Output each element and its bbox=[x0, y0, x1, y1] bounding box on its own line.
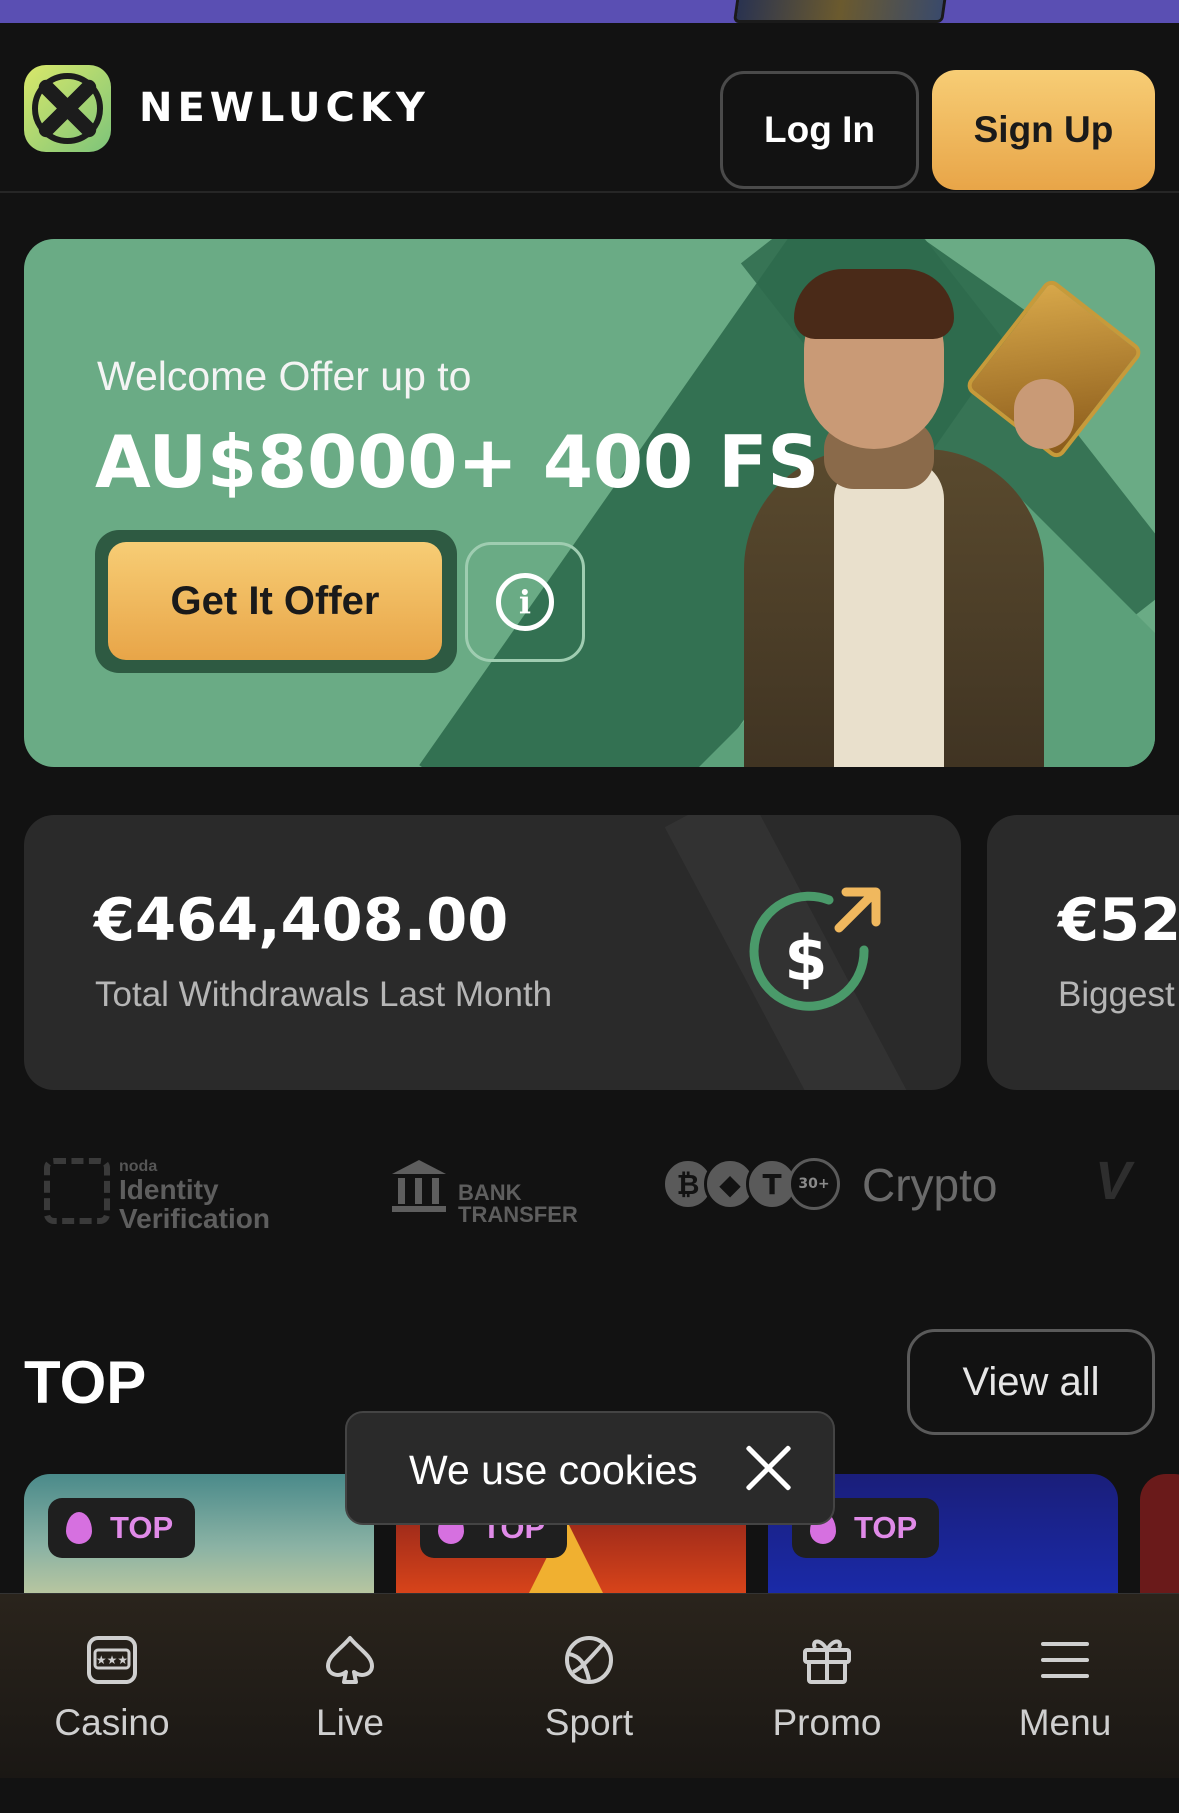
identity-line: Identity bbox=[119, 1174, 219, 1205]
hamburger-icon bbox=[1041, 1642, 1089, 1678]
more-coins-badge: 30+ bbox=[788, 1158, 840, 1210]
dollar-growth-icon: $ bbox=[749, 887, 881, 1011]
section-title-top: TOP bbox=[24, 1349, 147, 1416]
partial-payment-logo: V bbox=[1095, 1151, 1132, 1211]
payment-methods-strip: noda Identity Verification BANK TRANSFER… bbox=[0, 1120, 1179, 1240]
stat-card-biggest: €52 Biggest bbox=[987, 815, 1179, 1090]
stat-value: €464,408.00 bbox=[94, 885, 509, 954]
noda-identity-logo: noda Identity Verification bbox=[44, 1140, 314, 1233]
signup-button[interactable]: Sign Up bbox=[932, 70, 1155, 190]
view-all-button[interactable]: View all bbox=[907, 1329, 1155, 1435]
nav-item-casino[interactable]: ★★★ Casino bbox=[22, 1594, 202, 1779]
verification-line: Verification bbox=[119, 1203, 270, 1234]
crypto-label: Crypto bbox=[862, 1159, 998, 1211]
nav-label: Casino bbox=[54, 1702, 170, 1743]
identity-verification-label: Identity Verification bbox=[119, 1175, 270, 1233]
close-icon[interactable] bbox=[742, 1442, 794, 1494]
stat-label: Biggest bbox=[1058, 975, 1175, 1014]
top-badge-label: TOP bbox=[854, 1510, 918, 1545]
get-offer-button[interactable]: Get It Offer bbox=[108, 542, 442, 660]
cookie-notice: We use cookies bbox=[345, 1411, 835, 1525]
nav-item-sport[interactable]: Sport bbox=[499, 1594, 679, 1779]
cookie-text: We use cookies bbox=[409, 1447, 698, 1493]
promo-thumbnail[interactable] bbox=[732, 0, 948, 23]
login-button[interactable]: Log In bbox=[720, 71, 919, 189]
brand-name[interactable]: NEWLUCKY bbox=[139, 85, 430, 131]
bank-transfer-label: BANK TRANSFER bbox=[458, 1182, 578, 1226]
game-tile[interactable]: TOP bbox=[24, 1474, 374, 1594]
site-header: NEWLUCKY Log In Sign Up bbox=[0, 23, 1179, 193]
offer-amount: AU$8000+ 400 FS bbox=[95, 420, 820, 504]
bottom-navigation: ★★★ Casino Live Sport Promo Menu bbox=[0, 1593, 1179, 1778]
top-badge: TOP bbox=[48, 1498, 196, 1558]
top-badge-label: TOP bbox=[110, 1510, 174, 1545]
stat-value: €52 bbox=[1058, 885, 1179, 954]
gift-icon bbox=[803, 1639, 851, 1684]
crypto-logo: ₿ ◆ T 30+ Crypto bbox=[662, 1150, 1062, 1220]
system-bottom-bar bbox=[0, 1778, 1179, 1813]
bank-line: BANK bbox=[458, 1180, 522, 1205]
nav-label: Promo bbox=[772, 1702, 882, 1743]
nav-item-live[interactable]: Live bbox=[260, 1594, 440, 1779]
top-promo-strip[interactable] bbox=[0, 0, 1179, 23]
slot-machine-icon: ★★★ bbox=[87, 1636, 137, 1684]
flame-icon bbox=[66, 1512, 92, 1544]
nav-item-menu[interactable]: Menu bbox=[975, 1594, 1155, 1779]
transfer-line: TRANSFER bbox=[458, 1202, 578, 1227]
info-icon: i bbox=[496, 573, 554, 631]
nav-item-promo[interactable]: Promo bbox=[737, 1594, 917, 1779]
nav-label: Sport bbox=[544, 1702, 634, 1743]
bank-icon bbox=[392, 1160, 446, 1212]
bank-transfer-logo: BANK TRANSFER bbox=[390, 1144, 590, 1226]
nav-label: Menu bbox=[1018, 1702, 1112, 1743]
hero-character-image bbox=[724, 259, 1145, 767]
stat-label: Total Withdrawals Last Month bbox=[95, 975, 553, 1014]
svg-text:$: $ bbox=[784, 922, 827, 995]
svg-text:★★★: ★★★ bbox=[96, 1653, 128, 1667]
info-button[interactable]: i bbox=[465, 542, 585, 662]
spade-icon bbox=[326, 1636, 374, 1684]
stat-card-withdrawals: €464,408.00 Total Withdrawals Last Month… bbox=[24, 815, 961, 1090]
ball-icon bbox=[565, 1636, 613, 1684]
game-tile[interactable] bbox=[1140, 1474, 1179, 1594]
logo-icon[interactable] bbox=[24, 65, 111, 152]
offer-button-wrap: Get It Offer bbox=[95, 530, 457, 673]
welcome-offer-text: Welcome Offer up to bbox=[97, 353, 472, 399]
face-id-icon bbox=[44, 1158, 110, 1224]
nav-label: Live bbox=[316, 1702, 384, 1743]
